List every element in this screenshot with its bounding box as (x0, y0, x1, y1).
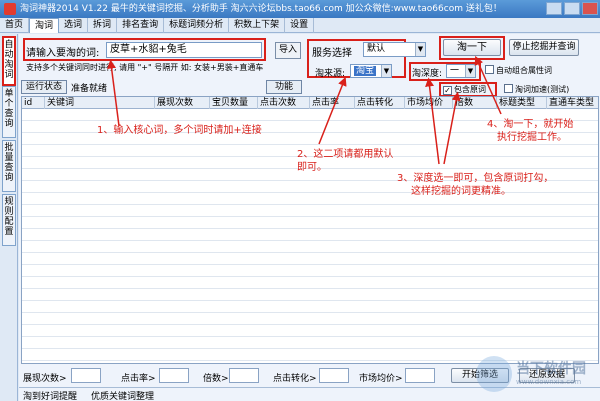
source-value: 淘宝 (354, 66, 377, 76)
side-tab-batch[interactable]: 批量查询 (2, 140, 16, 192)
annotation-3-line1: 3、深度选一即可，包含原词打勾， (397, 173, 554, 184)
function-button[interactable]: 功能 (266, 80, 302, 94)
watermark-text: 当下软件园 (516, 361, 586, 377)
conversion-input[interactable] (319, 368, 349, 383)
window-title: 淘词神器2014 V1.22 最牛的关键词挖掘、分析助手 淘六六论坛bbs.ta… (20, 4, 502, 14)
tab-home[interactable]: 首页 (0, 18, 30, 33)
table-header: id 关键词 展现次数 宝贝数量 点击次数 点击率 点击转化 市场均价 倍数 标… (22, 97, 598, 109)
import-button[interactable]: 导入 (275, 42, 301, 59)
tab-title-freq[interactable]: 标题词频分析 (164, 18, 230, 33)
side-tab-rules[interactable]: 规则配置 (2, 194, 16, 246)
side-tabs: 自动淘词 单个查询 批量查询 规则配置 (0, 34, 18, 401)
depth-select[interactable]: 一 ▼ (446, 64, 476, 78)
auto-combine-checkbox[interactable]: 自动组合属性词 (485, 65, 552, 76)
auto-combine-label: 自动组合属性词 (496, 66, 552, 75)
keyword-input[interactable]: 皮草+水貂+兔毛 (106, 42, 262, 58)
watermark-logo-icon (476, 356, 512, 392)
column-header[interactable]: 倍数 (452, 97, 496, 109)
close-button[interactable] (582, 2, 598, 15)
tab-good-word-alert[interactable]: 淘到好词提醒 (23, 389, 77, 401)
annotation-1: 1、输入核心词，多个词时请加+连接 (97, 125, 262, 136)
column-header[interactable]: id (22, 97, 44, 109)
include-original-label: 包含原词 (454, 85, 486, 94)
side-tab-single[interactable]: 单个查询 (2, 86, 16, 138)
annotation-4-line1: 4、淘一下，就开始 (487, 119, 574, 130)
tab-shelf[interactable]: 积数上下架 (229, 18, 286, 33)
column-header[interactable]: 展现次数 (154, 97, 209, 109)
source-select[interactable]: 淘宝 ▼ (350, 64, 392, 78)
chevron-down-icon: ▼ (465, 65, 475, 77)
annotation-2-line2: 即可。 (297, 162, 327, 173)
column-header[interactable]: 市场均价 (404, 97, 452, 109)
conversion-label: 点击转化> (273, 374, 317, 384)
column-header[interactable]: 宝贝数量 (209, 97, 257, 109)
minimize-button[interactable] (546, 2, 562, 15)
check-icon[interactable]: ✓ (443, 86, 452, 95)
status-button[interactable]: 运行状态 (21, 80, 67, 94)
depth-label: 淘深度: (412, 69, 443, 79)
tab-xuanci[interactable]: 选词 (59, 18, 89, 33)
column-header[interactable]: 点击次数 (257, 97, 309, 109)
include-original-checkbox[interactable]: ✓ 包含原词 (443, 84, 486, 95)
impressions-input[interactable] (71, 368, 101, 383)
annotation-3-line2: 这样挖掘的词更精准。 (411, 186, 511, 197)
side-tab-auto[interactable]: 自动淘词 (2, 36, 16, 86)
stop-button[interactable]: 停止挖掘并查询 (509, 39, 579, 56)
avg-price-input[interactable] (405, 368, 435, 383)
ctr-input[interactable] (159, 368, 189, 383)
accelerate-label: 淘词加速(测试) (515, 85, 570, 94)
accelerate-checkbox[interactable]: 淘词加速(测试) (504, 84, 569, 95)
avg-price-label: 市场均价> (359, 374, 403, 384)
column-header[interactable]: 点击率 (309, 97, 354, 109)
taoci-panel: 请输入要淘的词: 皮草+水貂+兔毛 导入 支持多个关键词同时进行, 请用 "+"… (19, 34, 600, 401)
checkbox-box[interactable] (504, 84, 513, 93)
search-button[interactable]: 淘一下 (443, 39, 501, 56)
main-tabs: 首页 淘词 选词 拆词 排名查询 标题词频分析 积数上下架 设置 (0, 18, 600, 33)
multiple-label: 倍数> (203, 374, 229, 384)
multiple-input[interactable] (229, 368, 259, 383)
ctr-label: 点击率> (121, 374, 156, 384)
impressions-label: 展现次数> (23, 374, 67, 384)
annotation-2-line1: 2、这二项请都用默认 (297, 149, 394, 160)
source-label: 淘来源: (315, 69, 346, 79)
service-value: 默认 (367, 44, 386, 54)
depth-value: 一 (450, 66, 460, 76)
window-controls (546, 2, 598, 15)
tab-ranking[interactable]: 排名查询 (117, 18, 165, 33)
service-select[interactable]: 默认 ▼ (363, 42, 426, 57)
maximize-button[interactable] (564, 2, 580, 15)
chevron-down-icon: ▼ (415, 43, 425, 56)
column-header[interactable]: 标题类型 (496, 97, 546, 109)
status-text: 准备就绪 (71, 84, 108, 94)
column-header[interactable]: 直通车类型 (546, 97, 598, 109)
tab-quality-keywords[interactable]: 优质关键词整理 (91, 389, 154, 401)
watermark-url: www.downxia.com (516, 378, 582, 386)
title-bar: 淘词神器2014 V1.22 最牛的关键词挖掘、分析助手 淘六六论坛bbs.ta… (0, 0, 600, 18)
checkbox-box[interactable] (485, 65, 494, 74)
column-header[interactable]: 点击转化 (354, 97, 404, 109)
service-label: 服务选择 (312, 48, 352, 59)
annotation-4-line2: 执行挖掘工作。 (497, 132, 567, 143)
tab-chaici[interactable]: 拆词 (88, 18, 118, 33)
app-icon (4, 3, 16, 15)
keyword-hint: 支持多个关键词同时进行, 请用 "+" 号隔开 如: 女装+男装+直通车 (26, 63, 264, 72)
watermark: 当下软件园 www.downxia.com (476, 352, 596, 398)
tab-settings[interactable]: 设置 (285, 18, 315, 33)
column-header[interactable]: 关键词 (44, 97, 154, 109)
chevron-down-icon: ▼ (381, 65, 391, 77)
tab-taoci[interactable]: 淘词 (29, 18, 60, 33)
keyword-label: 请输入要淘的词: (26, 48, 100, 59)
